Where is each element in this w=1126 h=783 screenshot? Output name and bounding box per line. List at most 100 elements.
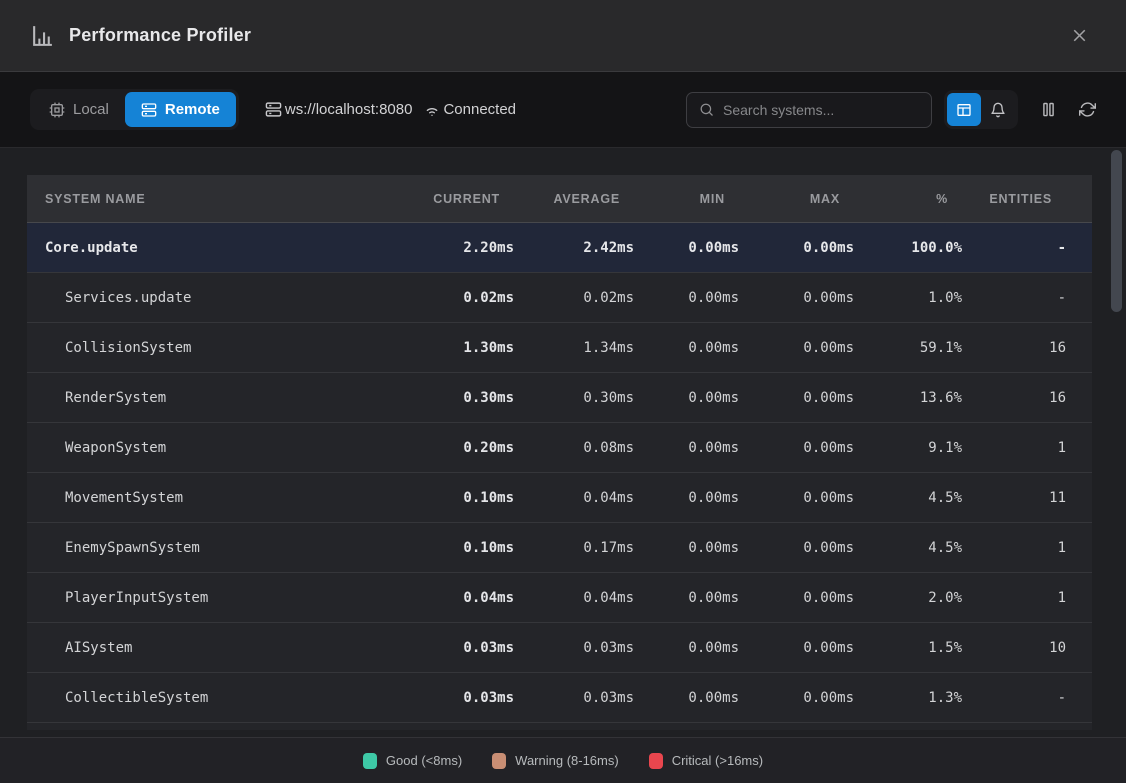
local-button-label: Local xyxy=(73,101,109,118)
wifi-icon xyxy=(424,102,440,118)
remote-button[interactable]: Remote xyxy=(125,92,236,127)
cell-average: 0.30ms xyxy=(514,390,634,406)
pause-icon xyxy=(1040,101,1057,118)
table-view-button[interactable] xyxy=(947,93,981,126)
bell-icon xyxy=(990,102,1006,118)
cell-system-name: EnemySpawnSystem xyxy=(27,540,404,556)
cell-min: 0.00ms xyxy=(634,390,739,406)
cell-average: 0.17ms xyxy=(514,540,634,556)
cell-system-name: PlayerInputSystem xyxy=(27,590,404,606)
systems-table: SYSTEM NAME CURRENT AVERAGE MIN MAX % EN… xyxy=(27,175,1092,730)
table-layout-icon xyxy=(956,102,972,118)
cell-max: 0.00ms xyxy=(739,690,854,706)
cell-percent: 2.0% xyxy=(854,590,962,606)
table-row[interactable]: WeaponSystem 0.20ms 0.08ms 0.00ms 0.00ms… xyxy=(27,423,1092,473)
cpu-icon xyxy=(49,102,65,118)
cell-entities: 1 xyxy=(962,440,1066,456)
ws-url-label: ws://localhost:8080 xyxy=(285,101,413,118)
cell-min: 0.00ms xyxy=(634,440,739,456)
cell-current: 0.03ms xyxy=(404,640,514,656)
close-button[interactable] xyxy=(1063,19,1096,52)
cell-max: 0.00ms xyxy=(739,640,854,656)
cell-entities: 16 xyxy=(962,340,1066,356)
view-toggle-group xyxy=(944,90,1018,129)
table-row[interactable]: CollisionSystem 1.30ms 1.34ms 0.00ms 0.0… xyxy=(27,323,1092,373)
cell-min: 0.00ms xyxy=(634,540,739,556)
cell-average: 2.42ms xyxy=(514,240,634,256)
cell-average: 0.04ms xyxy=(514,490,634,506)
column-header-system-name: SYSTEM NAME xyxy=(27,192,404,206)
connection-status-label: Connected xyxy=(443,101,516,118)
cell-percent: 1.5% xyxy=(854,640,962,656)
local-button[interactable]: Local xyxy=(33,92,125,127)
notifications-button[interactable] xyxy=(981,93,1015,126)
cell-average: 0.08ms xyxy=(514,440,634,456)
cell-system-name: WeaponSystem xyxy=(27,440,404,456)
table-row[interactable]: RenderSystem 0.30ms 0.30ms 0.00ms 0.00ms… xyxy=(27,373,1092,423)
cell-entities: 16 xyxy=(962,390,1066,406)
cell-current: 2.20ms xyxy=(404,240,514,256)
legend-label: Warning (8-16ms) xyxy=(515,753,619,768)
column-header-min: MIN xyxy=(634,192,739,206)
legend-item-critical: Critical (>16ms) xyxy=(649,753,763,769)
cell-max: 0.00ms xyxy=(739,490,854,506)
partial-row xyxy=(27,723,1092,730)
column-header-entities: ENTITIES xyxy=(962,192,1066,206)
search-input[interactable] xyxy=(723,102,919,118)
cell-average: 1.34ms xyxy=(514,340,634,356)
connection-mode-toggle: Local Remote xyxy=(30,89,239,130)
cell-average: 0.03ms xyxy=(514,690,634,706)
cell-percent: 100.0% xyxy=(854,240,962,256)
good-swatch-icon xyxy=(363,753,377,769)
cell-max: 0.00ms xyxy=(739,240,854,256)
cell-percent: 13.6% xyxy=(854,390,962,406)
refresh-icon xyxy=(1079,101,1096,118)
window-header: Performance Profiler xyxy=(0,0,1126,72)
cell-min: 0.00ms xyxy=(634,640,739,656)
cell-system-name: AISystem xyxy=(27,640,404,656)
cell-percent: 4.5% xyxy=(854,540,962,556)
cell-average: 0.04ms xyxy=(514,590,634,606)
legend-bar: Good (<8ms) Warning (8-16ms) Critical (>… xyxy=(0,737,1126,783)
cell-entities: 10 xyxy=(962,640,1066,656)
table-row[interactable]: MovementSystem 0.10ms 0.04ms 0.00ms 0.00… xyxy=(27,473,1092,523)
table-row[interactable]: CollectibleSystem 0.03ms 0.03ms 0.00ms 0… xyxy=(27,673,1092,723)
pause-button[interactable] xyxy=(1040,101,1057,118)
cell-current: 0.30ms xyxy=(404,390,514,406)
cell-max: 0.00ms xyxy=(739,340,854,356)
cell-max: 0.00ms xyxy=(739,440,854,456)
legend-label: Critical (>16ms) xyxy=(672,753,763,768)
cell-current: 0.03ms xyxy=(404,690,514,706)
cell-current: 0.20ms xyxy=(404,440,514,456)
connection-status: Connected xyxy=(424,101,516,118)
cell-min: 0.00ms xyxy=(634,490,739,506)
cell-max: 0.00ms xyxy=(739,590,854,606)
table-row[interactable]: Services.update 0.02ms 0.02ms 0.00ms 0.0… xyxy=(27,273,1092,323)
cell-percent: 59.1% xyxy=(854,340,962,356)
legend-label: Good (<8ms) xyxy=(386,753,462,768)
legend-item-warning: Warning (8-16ms) xyxy=(492,753,619,769)
cell-system-name: CollectibleSystem xyxy=(27,690,404,706)
cell-max: 0.00ms xyxy=(739,390,854,406)
cell-entities: 1 xyxy=(962,540,1066,556)
cell-current: 1.30ms xyxy=(404,340,514,356)
refresh-button[interactable] xyxy=(1079,101,1096,118)
bar-chart-icon xyxy=(30,23,55,48)
column-header-percent: % xyxy=(854,192,962,206)
remote-button-label: Remote xyxy=(165,101,220,118)
connection-url: ws://localhost:8080 xyxy=(265,101,413,118)
table-row[interactable]: Core.update 2.20ms 2.42ms 0.00ms 0.00ms … xyxy=(27,223,1092,273)
cell-min: 0.00ms xyxy=(634,590,739,606)
cell-min: 0.00ms xyxy=(634,690,739,706)
cell-entities: - xyxy=(962,240,1066,256)
cell-system-name: Services.update xyxy=(27,290,404,306)
table-row[interactable]: EnemySpawnSystem 0.10ms 0.17ms 0.00ms 0.… xyxy=(27,523,1092,573)
scrollbar-thumb[interactable] xyxy=(1111,150,1122,312)
critical-swatch-icon xyxy=(649,753,663,769)
table-body: Core.update 2.20ms 2.42ms 0.00ms 0.00ms … xyxy=(27,223,1092,723)
server-icon xyxy=(265,101,282,118)
table-row[interactable]: AISystem 0.03ms 0.03ms 0.00ms 0.00ms 1.5… xyxy=(27,623,1092,673)
cell-percent: 9.1% xyxy=(854,440,962,456)
table-row[interactable]: PlayerInputSystem 0.04ms 0.04ms 0.00ms 0… xyxy=(27,573,1092,623)
cell-max: 0.00ms xyxy=(739,540,854,556)
